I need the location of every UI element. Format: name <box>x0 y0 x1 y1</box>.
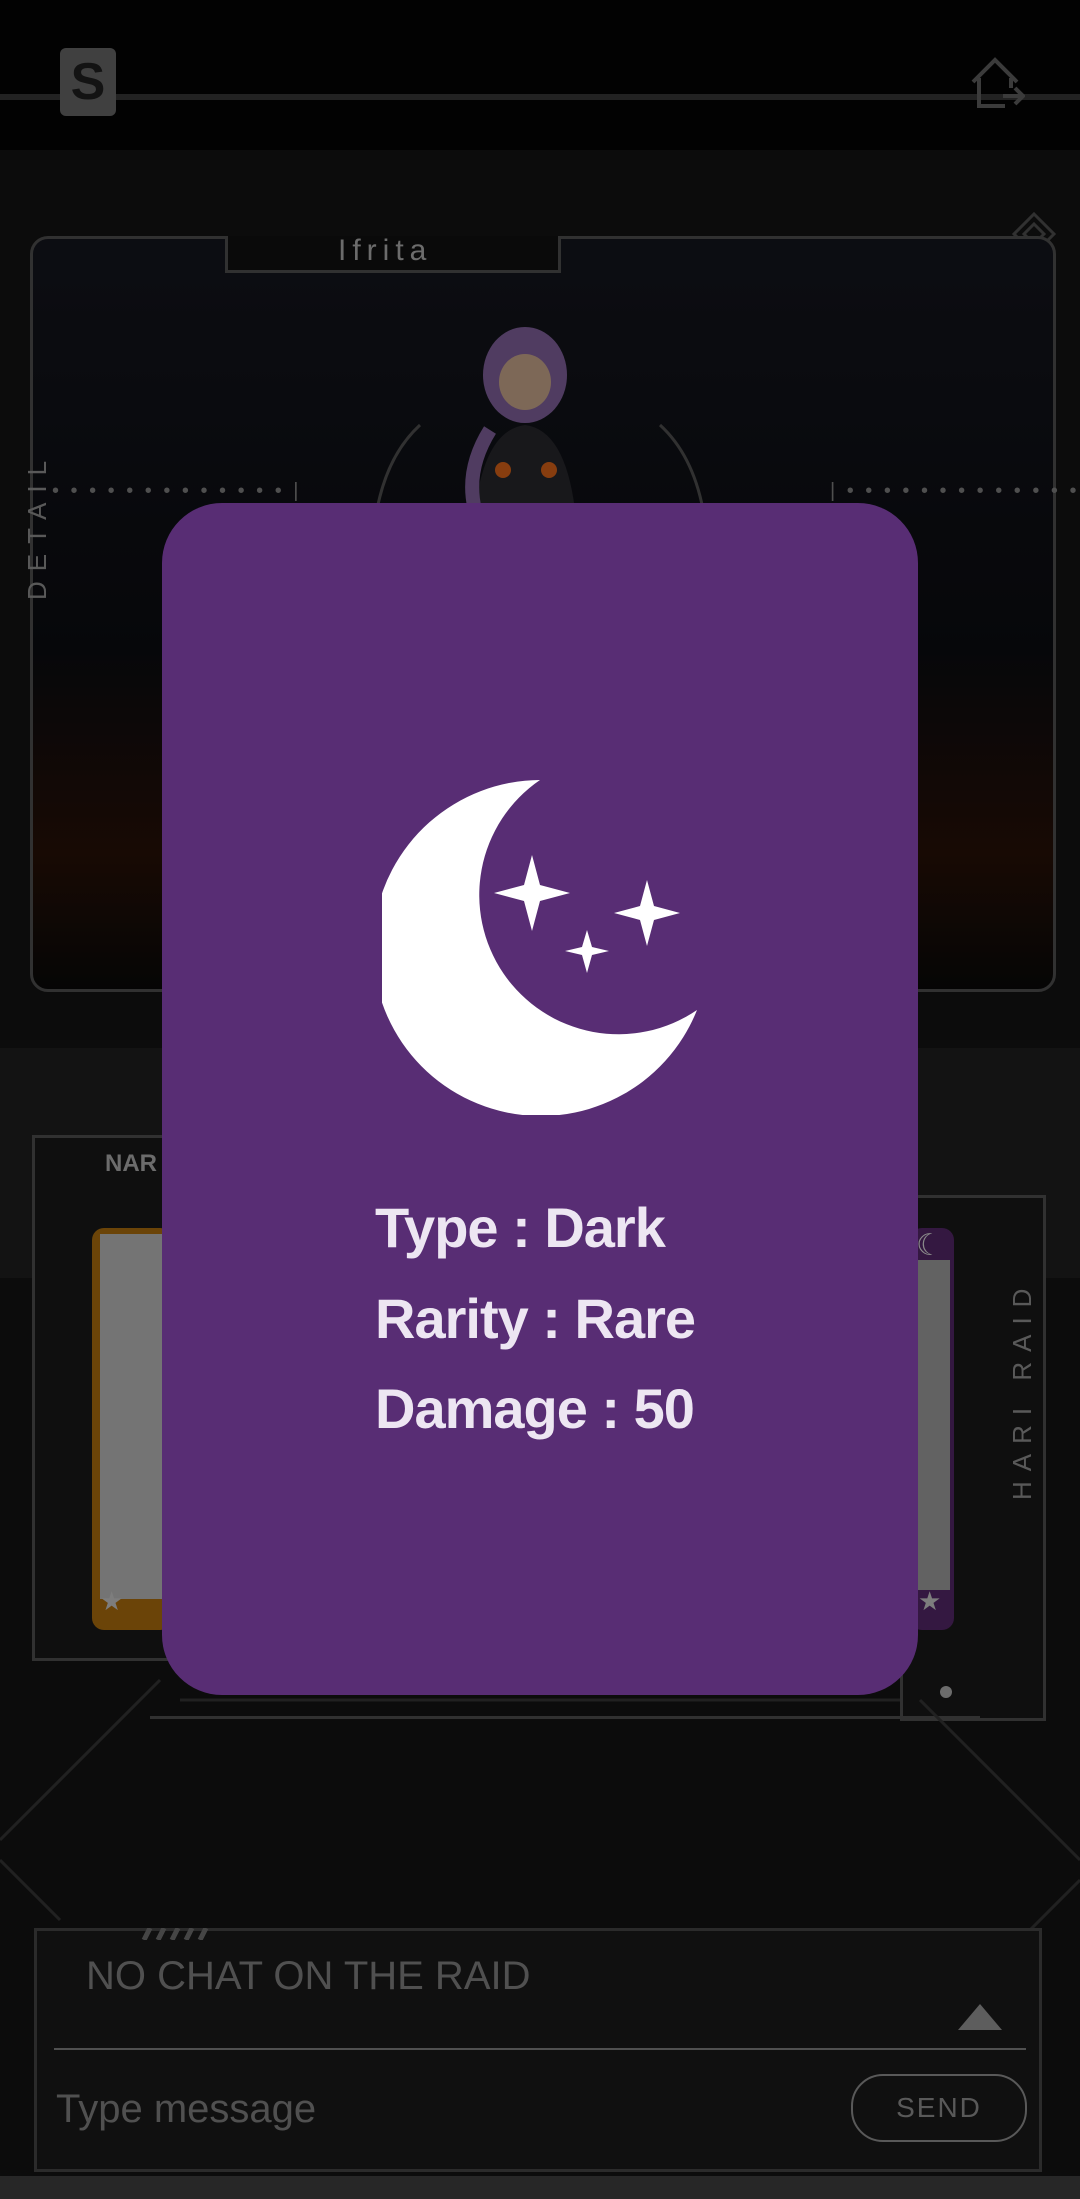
card-rarity-text: Rarity : Rare <box>375 1287 696 1350</box>
card-type-text: Type : Dark <box>375 1196 666 1259</box>
card-damage-text: Damage : 50 <box>375 1377 695 1440</box>
moon-stars-icon <box>372 775 702 1116</box>
